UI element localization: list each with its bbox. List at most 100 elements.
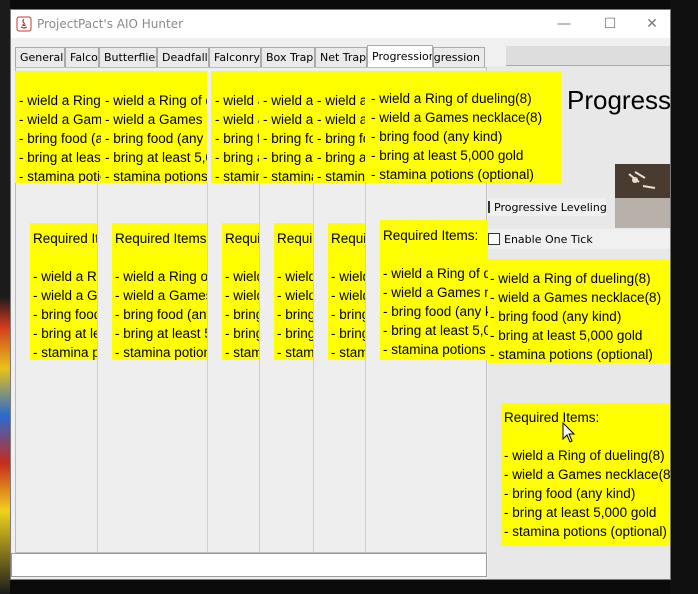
requirement-item: - wield a Games necklace(8) xyxy=(105,112,207,127)
requirement-item: - wield a Ring of dueling(8) xyxy=(263,93,313,108)
desktop-edge xyxy=(670,0,698,594)
checkbox-box[interactable] xyxy=(488,233,500,245)
close-button[interactable]: ✕ xyxy=(633,10,670,38)
requirement-item: - stamina potions (optional) xyxy=(105,169,207,183)
requirements-heading: Required Items: xyxy=(504,410,600,425)
tab-deadfall[interactable]: Deadfall xyxy=(157,47,209,67)
requirement-item: - wield a Games necklace(8) xyxy=(263,112,313,127)
tab-progression-ghost[interactable]: Progression xyxy=(433,47,485,67)
requirement-item: - wield a Games necklace(8) xyxy=(225,288,259,303)
app-window: ProjectPact's AIO Hunter — ☐ ✕ General F… xyxy=(10,9,671,580)
requirements-heading: Required Items: xyxy=(33,231,97,246)
requirement-item: - bring food (any kind) xyxy=(331,307,365,322)
desktop-wallpaper xyxy=(0,0,10,594)
tab-falconry[interactable]: Falconry xyxy=(65,47,99,67)
tab-box-trap[interactable]: Box Trap xyxy=(261,47,315,67)
requirements-note: - wield a Ring of dueling(8) - wield a G… xyxy=(488,259,670,363)
pane-divider xyxy=(365,182,366,552)
java-icon xyxy=(16,16,32,32)
requirements-heading: Required Items: xyxy=(277,231,313,246)
tab-butterflies[interactable]: Butterflies xyxy=(99,47,157,67)
requirement-item: - bring at least 5,000 gold xyxy=(277,326,313,341)
requirement-item: - bring food (any kind) xyxy=(383,304,488,319)
requirement-item: - bring food (any kind) xyxy=(225,307,259,322)
pane-divider xyxy=(97,182,98,552)
requirement-item: - wield a Ring of dueling(8) xyxy=(317,93,365,108)
requirement-item: - wield a Ring of dueling(8) xyxy=(504,448,665,463)
requirement-item: - wield a Games necklace(8) xyxy=(33,288,97,303)
requirement-item: - wield a Ring of dueling(8) xyxy=(331,269,365,284)
requirements-note: Required Items: - wield a Ring of duelin… xyxy=(222,223,259,360)
requirement-item: - bring food (any kind) xyxy=(33,307,97,322)
requirements-note: Required Items: - wield a Ring of duelin… xyxy=(274,223,313,360)
checkbox-box[interactable] xyxy=(488,201,490,213)
requirement-item: - stamina potions (optional) xyxy=(383,342,488,357)
close-icon: ✕ xyxy=(646,16,658,32)
requirement-item: - wield a Ring of dueling(8) xyxy=(225,269,259,284)
requirement-item: - wield a Ring of dueling(8) xyxy=(19,93,101,108)
requirement-item: - wield a Ring of dueling(8) xyxy=(277,269,313,284)
progressive-leveling-checkbox[interactable]: Progressive Leveling xyxy=(488,198,607,216)
pane-divider xyxy=(313,182,314,552)
requirements-heading: Required Items: xyxy=(225,231,259,246)
requirement-item: - bring at least 5,000 gold xyxy=(383,323,488,338)
tab-label: General xyxy=(20,51,64,64)
requirement-item: - wield a Games necklace(8) xyxy=(383,285,488,300)
requirement-item: - wield a Ring of dueling(8) xyxy=(371,91,532,106)
requirement-item: - wield a Ring of dueling(8) xyxy=(490,271,651,286)
tab-label: Falconry xyxy=(70,51,98,64)
tab-strip: General Falconry Butterflies Deadfall Fa… xyxy=(15,45,485,67)
tab-label: Progression xyxy=(433,51,480,64)
requirements-note: - wield a Ring of dueling(8) - wield a G… xyxy=(365,71,561,183)
maximize-button[interactable]: ☐ xyxy=(587,10,633,38)
enable-one-tick-checkbox[interactable]: Enable One Tick xyxy=(488,229,670,249)
requirement-item: - bring at least 5,000 gold xyxy=(33,326,97,341)
tab-net-trap[interactable]: Net Trap xyxy=(315,47,367,67)
requirements-heading: Required Items: xyxy=(383,228,479,243)
requirement-item: - stamina potions (optional) xyxy=(317,169,365,183)
tab-label: Net Trap xyxy=(320,51,367,64)
status-field[interactable] xyxy=(11,553,487,577)
requirement-item: - stamina potions (optional) xyxy=(115,345,207,360)
requirement-item: - stamina potions (optional) xyxy=(215,169,259,183)
requirement-item: - stamina potions (optional) xyxy=(371,167,534,182)
title-bar[interactable]: ProjectPact's AIO Hunter — ☐ ✕ xyxy=(11,10,670,38)
requirement-item: - stamina potions (optional) xyxy=(33,345,97,360)
tab-falconry-2[interactable]: Falconry xyxy=(209,47,261,67)
requirement-item: - bring at least 5,000 gold xyxy=(19,150,101,165)
requirement-item: - wield a Ring of dueling(8) xyxy=(115,269,207,284)
requirement-item: - wield a Ring of dueling(8) xyxy=(383,266,488,281)
minimize-button[interactable]: — xyxy=(541,10,587,38)
maximize-icon: ☐ xyxy=(603,16,617,32)
requirement-item: - bring food (any kind) xyxy=(115,307,207,322)
tab-general[interactable]: General xyxy=(15,47,65,67)
requirement-item: - stamina potions (optional) xyxy=(331,345,365,360)
game-thumbnail xyxy=(615,164,670,228)
requirement-item: - bring food (any kind) xyxy=(215,131,259,146)
requirement-item: - bring at least 5,000 gold xyxy=(115,326,207,341)
checkbox-label: Enable One Tick xyxy=(504,232,593,246)
tab-progression[interactable]: Progression xyxy=(367,45,433,67)
requirement-item: - bring at least 5,000 gold xyxy=(490,328,643,343)
minimize-icon: — xyxy=(557,16,571,32)
tab-label: Falconry xyxy=(214,51,260,64)
requirements-note: Required Items: - wield a Ring of duelin… xyxy=(30,223,97,360)
requirements-note: - wield a Ring of dueling(8) - wield a G… xyxy=(259,71,313,183)
tab-strip-filler xyxy=(506,46,670,66)
mouse-cursor-icon xyxy=(562,422,576,443)
requirement-item: - wield a Ring of dueling(8) xyxy=(105,93,207,108)
requirement-item: - bring at least 5,000 gold xyxy=(371,148,524,163)
requirement-item: - wield a Games necklace(8) xyxy=(19,112,101,127)
requirement-item: - bring at least 5,000 gold xyxy=(215,150,259,165)
requirements-note-main: Required Items: - wield a Ring of duelin… xyxy=(501,403,670,546)
thumbnail-image xyxy=(615,164,670,228)
requirements-note: - wield a Ring of dueling(8) - wield a G… xyxy=(313,71,365,183)
requirement-item: - bring at least 5,000 gold xyxy=(504,505,657,520)
requirement-item: - bring food (any kind) xyxy=(490,309,622,324)
window-title: ProjectPact's AIO Hunter xyxy=(37,17,184,31)
